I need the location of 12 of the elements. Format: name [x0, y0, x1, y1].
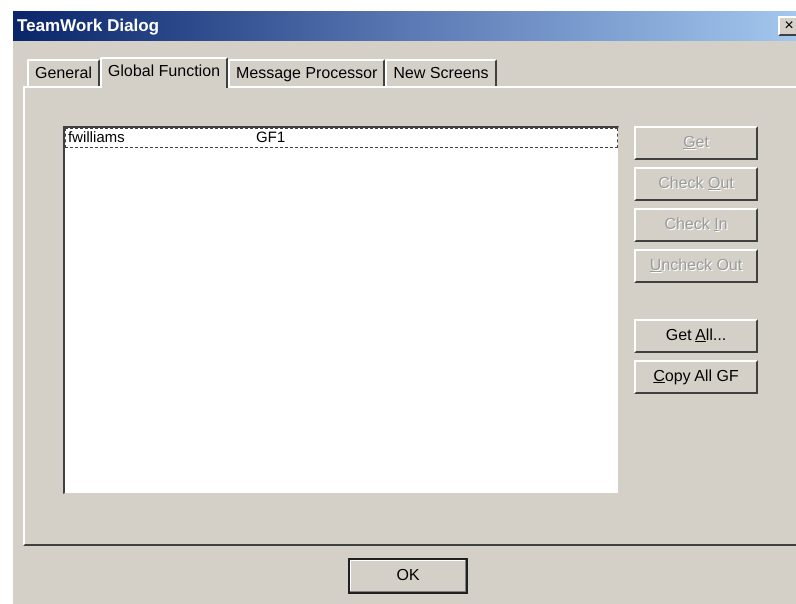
list-cell-text: fwilliams	[67, 128, 126, 148]
ok-button[interactable]: OK	[348, 558, 468, 594]
window-title: TeamWork Dialog	[17, 15, 160, 38]
list-cell-text: GF1	[256, 128, 286, 148]
tab[interactable]: General	[27, 59, 100, 86]
tab[interactable]: Global Function	[100, 57, 228, 88]
action-button[interactable]: Get All...	[634, 319, 758, 353]
tab[interactable]: New Screens	[385, 59, 497, 86]
list-row[interactable]: fwilliams GF1	[65, 128, 618, 148]
close-button[interactable]: ×	[778, 16, 796, 36]
action-button[interactable]: Copy All GF	[634, 360, 758, 394]
tab[interactable]: Message Processor	[228, 59, 386, 86]
